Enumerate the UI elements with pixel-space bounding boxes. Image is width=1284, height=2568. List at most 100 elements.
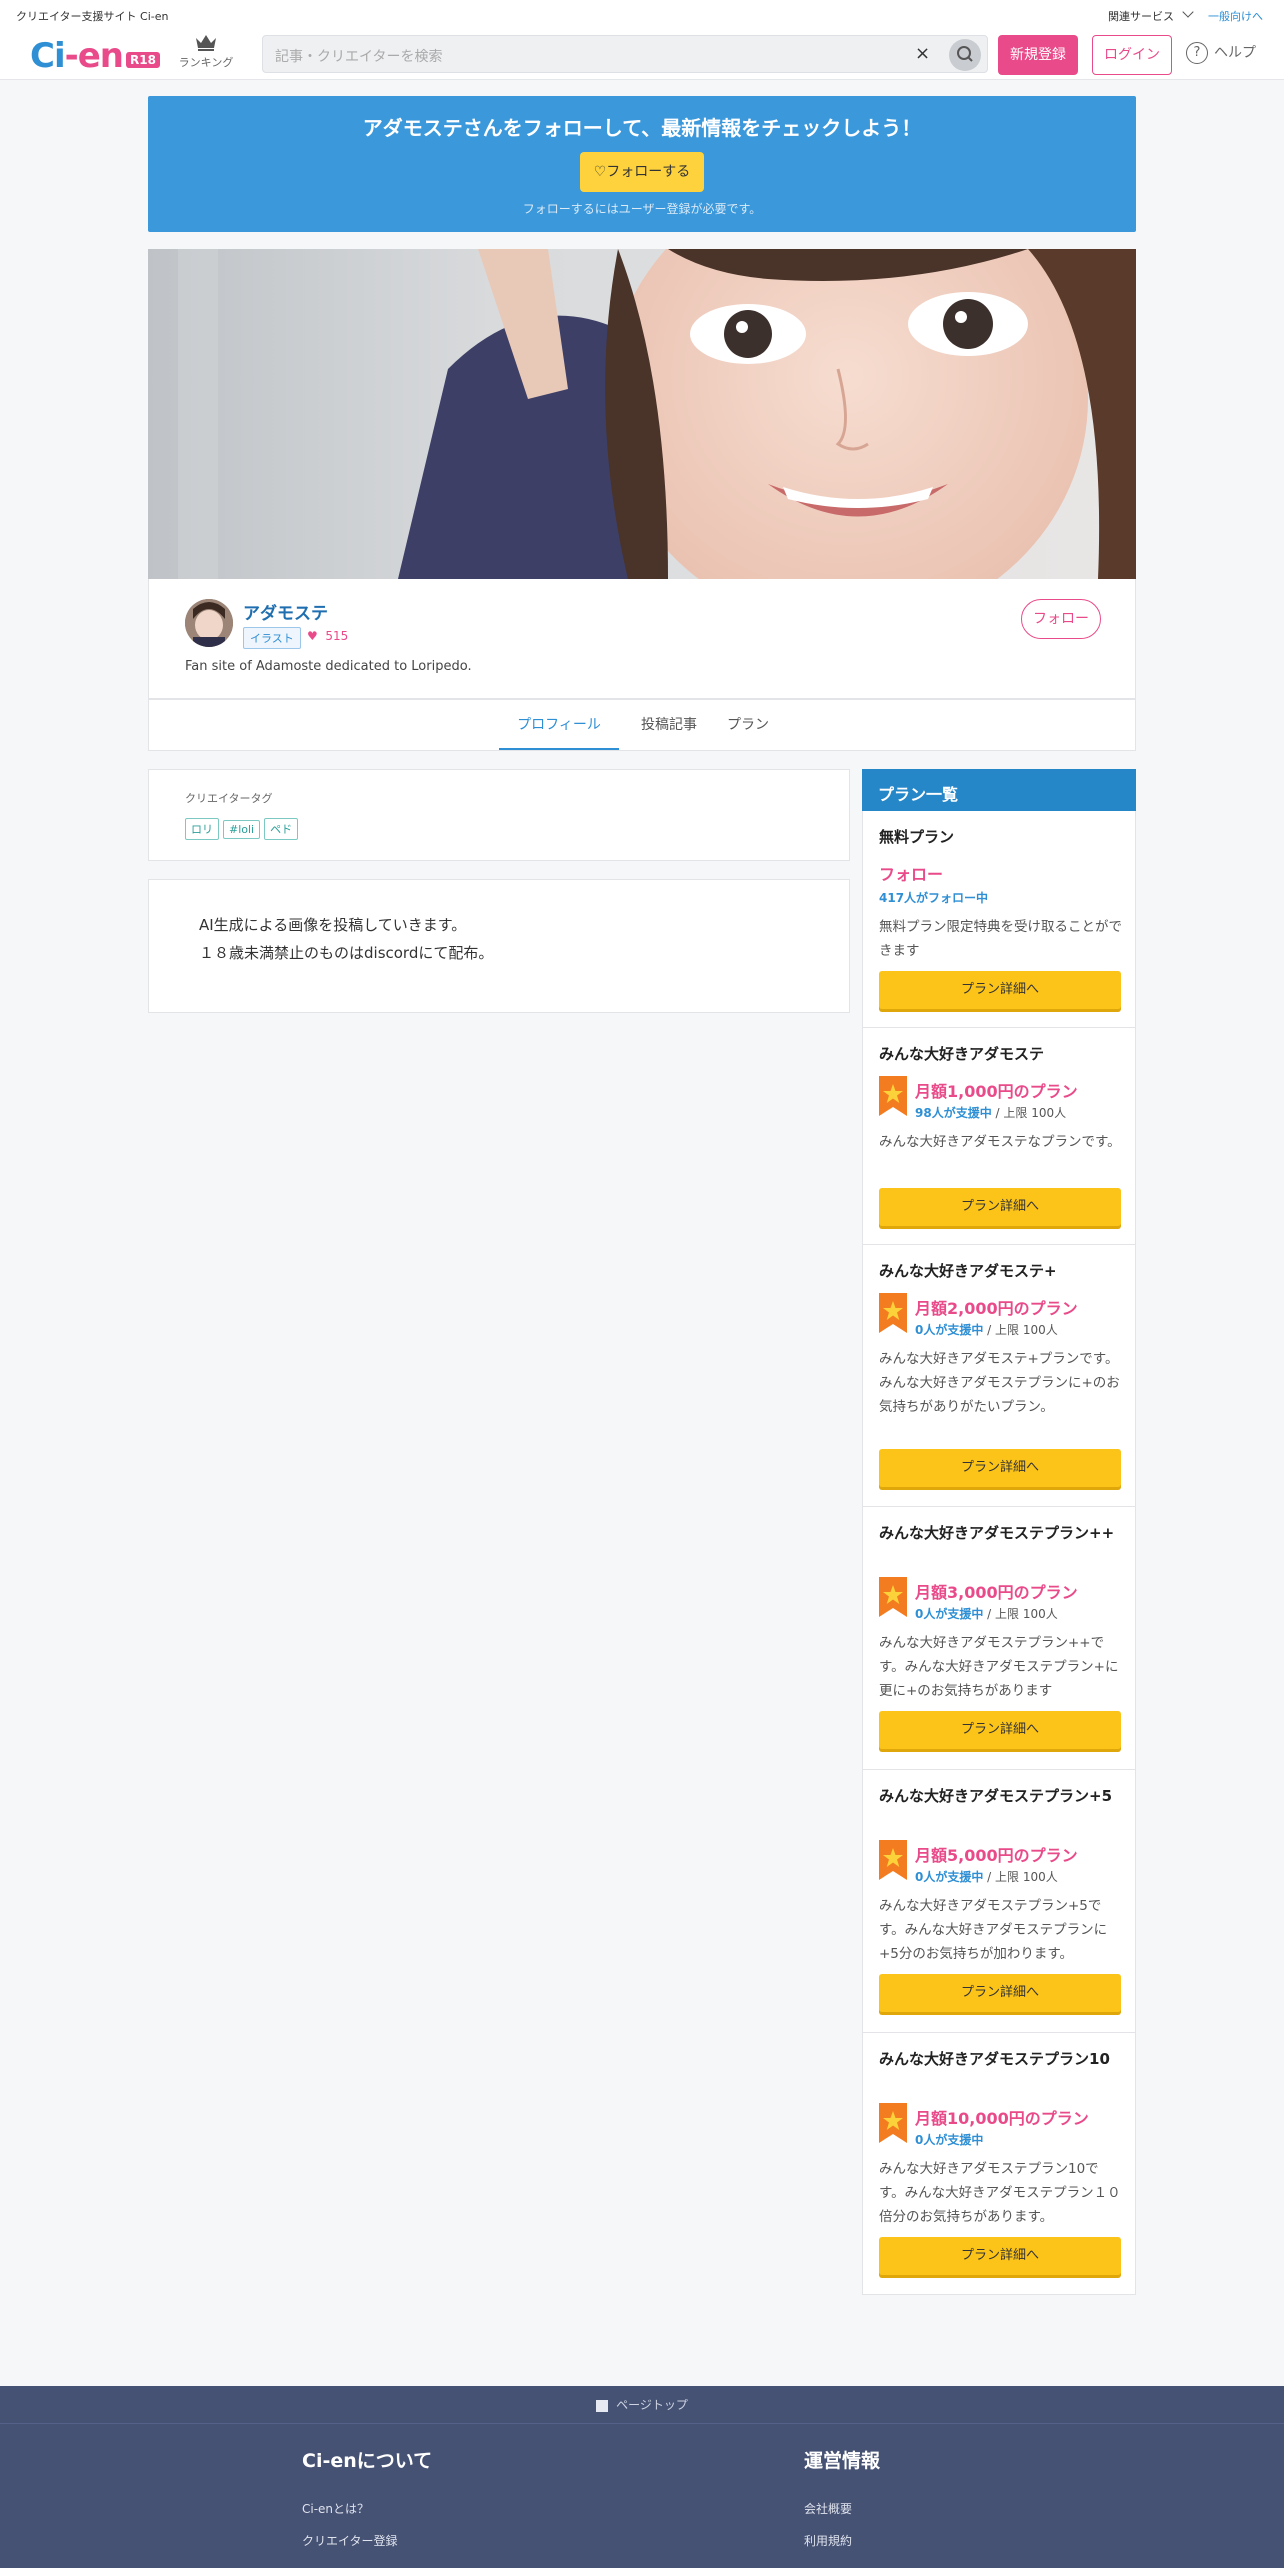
creator-tag[interactable]: #loli: [223, 820, 261, 839]
tab-profile[interactable]: プロフィール: [499, 700, 619, 750]
plan-description: みんな大好きアダモステプラン10です。みんな大好きアダモステプラン１０倍分のお気…: [879, 2161, 1121, 2225]
follow-banner-button[interactable]: ♡フォローする: [580, 152, 704, 192]
plan-card-free: 無料プラン フォロー 417人がフォロー中 無料プラン限定特典を受け取ることがで…: [862, 811, 1136, 1028]
footer-link[interactable]: 利用規約: [804, 2532, 852, 2549]
creator-tag[interactable]: ロリ: [185, 818, 219, 840]
plan-price: 月額3,000円のプラン: [915, 1583, 1078, 1602]
clear-icon[interactable]: ×: [915, 43, 930, 64]
search-icon: [957, 46, 973, 62]
plan-supporter-count: 98人が支援中: [915, 1106, 992, 1120]
plan-supporters: 98人が支援中 / 上限 100人: [915, 1104, 1066, 1121]
plan-limit: / 上限 100人: [983, 1870, 1058, 1884]
creator-category-tag[interactable]: イラスト: [243, 627, 301, 649]
logo-text-en: en: [77, 36, 124, 76]
plan-supporter-count: 0人が支援中: [915, 1323, 984, 1337]
star-ribbon-icon: [879, 1840, 907, 1880]
plan-card: みんな大好きアダモステ+ 月額2,000円のプラン 0人が支援中 / 上限 10…: [862, 1245, 1136, 1507]
creator-tags-label: クリエイタータグ: [185, 792, 273, 805]
plan-card: みんな大好きアダモステプラン+5 月額5,000円のプラン 0人が支援中 / 上…: [862, 1770, 1136, 2033]
plan-limit: / 上限 100人: [983, 1323, 1058, 1337]
ranking-label: ランキング: [178, 56, 234, 69]
plan-name: みんな大好きアダモステ: [879, 1045, 1045, 1063]
plan-supporter-count: 0人が支援中: [915, 1870, 984, 1884]
plan-price: 月額10,000円のプラン: [915, 2109, 1089, 2128]
star-ribbon-icon: [879, 1577, 907, 1617]
plan-description: 無料プラン限定特典を受け取ることができます: [879, 919, 1122, 959]
logo-text-ci: Ci: [30, 36, 66, 76]
plan-price: 月額1,000円のプラン: [915, 1082, 1078, 1101]
register-button[interactable]: 新規登録: [998, 35, 1078, 75]
logo-text-dot: -: [64, 36, 79, 76]
creator-tabs: プロフィール 投稿記事 プラン: [148, 699, 1136, 751]
follow-banner-title: アダモステさんをフォローして、最新情報をチェックしよう！: [362, 116, 922, 140]
follow-banner: アダモステさんをフォローして、最新情報をチェックしよう！ ♡フォローする フォロ…: [148, 96, 1136, 232]
plan-supporters: 0人が支援中: [915, 2131, 983, 2148]
creator-avatar[interactable]: [185, 599, 233, 647]
creator-name[interactable]: アダモステ: [243, 599, 328, 624]
related-services-menu[interactable]: 関連サービス: [1108, 8, 1174, 24]
plan-supporters: 417人がフォロー中: [879, 889, 988, 906]
tab-posts[interactable]: 投稿記事: [629, 700, 709, 750]
plan-detail-button[interactable]: プラン詳細へ: [879, 971, 1121, 1009]
plan-card: みんな大好きアダモステプラン++ 月額3,000円のプラン 0人が支援中 / 上…: [862, 1507, 1136, 1770]
site-tagline: クリエイター支援サイト Ci-en: [16, 10, 169, 23]
plan-description: みんな大好きアダモステプラン++です。みんな大好きアダモステプラン+に更に+のお…: [879, 1635, 1119, 1699]
creator-likes: ♥ 515: [307, 629, 348, 643]
creator-tags-card: クリエイタータグ ロリ #loli ペド: [148, 769, 850, 861]
plan-name: みんな大好きアダモステプラン+5: [879, 1787, 1113, 1805]
plan-detail-button[interactable]: プラン詳細へ: [879, 2237, 1121, 2275]
site-header: Ci-en R18 ランキング 記事・クリエイターを検索 × 新規登録 ログイン…: [0, 30, 1284, 80]
utility-bar: クリエイター支援サイト Ci-en 関連サービス 一般向けへ: [0, 0, 1284, 30]
creator-description: Fan site of Adamoste dedicated to Loripe…: [185, 659, 472, 674]
plan-limit: / 上限 100人: [983, 1607, 1058, 1621]
footer-link[interactable]: クリエイター登録: [302, 2532, 398, 2549]
plan-supporter-count: 0人が支援中: [915, 2133, 984, 2147]
search-box[interactable]: 記事・クリエイターを検索 ×: [262, 35, 988, 73]
r18-badge: R18: [126, 52, 160, 68]
footer-link[interactable]: Ci-enとは？: [302, 2500, 369, 2517]
plans-heading: プラン一覧: [862, 769, 1136, 811]
about-line: １８歳未満禁止のものはdiscordにて配布。: [199, 944, 494, 962]
follow-banner-note: フォローするにはユーザー登録が必要です。: [522, 202, 762, 216]
creator-profile: アダモステ イラスト ♥ 515 Fan site of Adamoste de…: [148, 579, 1136, 699]
creator-tag[interactable]: ペド: [264, 818, 299, 840]
follow-button[interactable]: フォロー: [1021, 599, 1101, 639]
plan-description: みんな大好きアダモステプラン+5です。みんな大好きアダモステプランに+5分のお気…: [879, 1898, 1108, 1962]
search-input[interactable]: 記事・クリエイターを検索: [275, 46, 442, 66]
tab-plans[interactable]: プラン: [715, 700, 781, 750]
plan-detail-button[interactable]: プラン詳細へ: [879, 1449, 1121, 1487]
plan-name: みんな大好きアダモステプラン10: [879, 2050, 1110, 2068]
star-ribbon-icon: [879, 1076, 907, 1116]
plan-supporters: 0人が支援中 / 上限 100人: [915, 1321, 1058, 1338]
page-top-link[interactable]: ページトップ: [0, 2386, 1284, 2424]
search-button[interactable]: [949, 39, 981, 71]
about-line: AI生成による画像を投稿していきます。: [199, 916, 467, 934]
general-site-link[interactable]: 一般向けへ: [1208, 8, 1263, 24]
plan-detail-button[interactable]: プラン詳細へ: [879, 1711, 1121, 1749]
help-link[interactable]: ? ヘルプ: [1186, 42, 1256, 64]
plan-price: 月額5,000円のプラン: [915, 1846, 1078, 1865]
plan-supporters: 0人が支援中 / 上限 100人: [915, 1605, 1058, 1622]
header-illustration: [148, 249, 1136, 579]
plan-detail-button[interactable]: プラン詳細へ: [879, 1188, 1121, 1226]
plan-supporter-count: 417人がフォロー中: [879, 891, 989, 905]
plan-limit: / 上限 100人: [991, 1106, 1067, 1120]
plan-description: みんな大好きアダモステ+プランです。みんな大好きアダモステプランに+のお気持ちが…: [879, 1351, 1120, 1415]
arrow-up-icon: [596, 2399, 609, 2412]
creator-tags-list: ロリ #loli ペド: [185, 818, 302, 840]
site-footer: ページトップ Ci-enについて Ci-enとは？ クリエイター登録 運営情報 …: [0, 2386, 1284, 2568]
star-ribbon-icon: [879, 2103, 907, 2143]
login-button[interactable]: ログイン: [1092, 35, 1172, 75]
footer-link[interactable]: 会社概要: [804, 2500, 852, 2517]
chevron-down-icon[interactable]: [1182, 6, 1194, 18]
footer-ops-heading: 運営情報: [804, 2450, 881, 2472]
ranking-link[interactable]: ランキング: [176, 32, 236, 70]
plan-supporter-count: 0人が支援中: [915, 1607, 984, 1621]
plan-price: フォロー: [879, 865, 944, 884]
site-logo[interactable]: Ci-en: [30, 36, 124, 76]
star-ribbon-icon: [879, 1293, 907, 1333]
plan-detail-button[interactable]: プラン詳細へ: [879, 1974, 1121, 2012]
likes-count: 515: [325, 629, 349, 643]
plan-name: みんな大好きアダモステ+: [879, 1262, 1057, 1280]
plan-name: 無料プラン: [879, 828, 955, 846]
